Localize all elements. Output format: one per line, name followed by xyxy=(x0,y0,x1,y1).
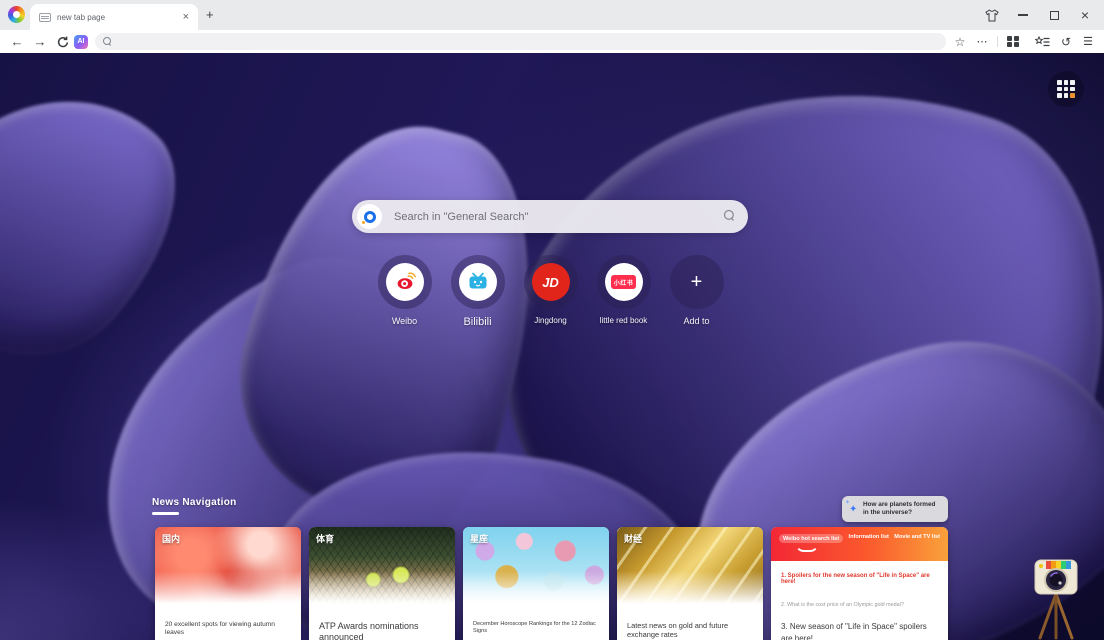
page-icon xyxy=(39,13,51,22)
hot-list-item[interactable]: 3. New season of "Life in Space" spoiler… xyxy=(781,621,938,640)
new-tab-button[interactable]: + xyxy=(206,7,214,22)
news-card-image: 财经 xyxy=(617,527,763,607)
back-icon[interactable]: ← xyxy=(8,30,26,53)
add-plus-icon: + xyxy=(691,272,703,292)
hot-list-item[interactable]: 1. Spoilers for the new season of "Life … xyxy=(781,573,938,585)
toolbar-divider xyxy=(997,36,998,47)
ai-suggestion-text: How are planets formed in the universe? xyxy=(863,501,941,516)
news-navigation-active-indicator xyxy=(152,512,179,515)
more-options-icon[interactable]: ⋯ xyxy=(974,30,990,53)
browser-logo-icon[interactable] xyxy=(8,6,25,23)
news-card-tag: 国内 xyxy=(162,532,180,545)
hot-list-tab-information[interactable]: Information list xyxy=(849,534,889,540)
news-card-horoscope[interactable]: 星座 December Horoscope Rankings for the 1… xyxy=(463,527,609,640)
quick-link-label: Bilibili xyxy=(463,316,491,328)
quick-link-little-red-book[interactable]: 小红书 little red book xyxy=(587,255,660,328)
apps-grid-icon xyxy=(1057,80,1074,97)
search-magnifier-icon[interactable] xyxy=(724,210,735,221)
hot-list-header: Weibo hot search list Information list M… xyxy=(771,527,948,561)
news-card-tag: 体育 xyxy=(316,532,334,545)
browser-toolbar: ← → AI ☆ ⋯ ↺ ☰ xyxy=(0,30,1104,53)
news-card-tag: 财经 xyxy=(624,532,642,545)
news-card-finance[interactable]: 财经 Latest news on gold and future exchan… xyxy=(617,527,763,640)
refresh-icon[interactable] xyxy=(54,30,72,53)
news-card-caption: 20 excellent spots for viewing autumn le… xyxy=(155,607,301,637)
quick-link-weibo[interactable]: Weibo xyxy=(368,255,441,328)
news-navigation-title[interactable]: News Navigation xyxy=(152,497,237,508)
search-input[interactable] xyxy=(394,200,694,233)
ai-suggestion-chip[interactable]: ✦ ✦ How are planets formed in the univer… xyxy=(842,496,948,522)
news-card-image: 星座 xyxy=(463,527,609,607)
sparkle-icon: ✦ ✦ xyxy=(847,502,859,516)
search-icon xyxy=(103,37,112,46)
bookmark-star-icon[interactable]: ☆ xyxy=(952,30,968,53)
quick-link-label: Jingdong xyxy=(534,316,566,325)
news-card-tag: 星座 xyxy=(470,532,488,545)
wallpaper-camera-tool[interactable] xyxy=(1030,552,1082,640)
quick-link-label: Add to xyxy=(683,316,709,326)
tab-close-icon[interactable]: × xyxy=(183,12,189,23)
forward-icon[interactable]: → xyxy=(31,30,49,53)
browser-window: new tab page × + × ← → AI ☆ ⋯ xyxy=(0,0,1104,640)
new-tab-wallpaper: Weibo Bilibili JD Jingdong 小红书 little re… xyxy=(0,53,1104,640)
hot-list-tab-movie-tv[interactable]: Movie and TV list xyxy=(894,534,940,540)
hot-list-smile-indicator xyxy=(795,543,819,552)
news-card-image: 体育 xyxy=(309,527,455,607)
tab-new-tab-page[interactable]: new tab page × xyxy=(30,4,198,30)
news-card-domestic[interactable]: 国内 20 excellent spots for viewing autumn… xyxy=(155,527,301,640)
camera-tripod-icon xyxy=(1030,552,1082,640)
news-card-image: 国内 xyxy=(155,527,301,607)
main-search-bar[interactable] xyxy=(352,200,748,233)
menu-hamburger-icon[interactable]: ☰ xyxy=(1080,30,1096,53)
close-window-button[interactable]: × xyxy=(1078,8,1092,22)
minimize-button[interactable] xyxy=(1016,8,1030,22)
quick-link-label: Weibo xyxy=(392,316,417,326)
news-card-sports[interactable]: 体育 ATP Awards nominations announced xyxy=(309,527,455,640)
hot-list-item[interactable]: 2. What is the cost price of an Olympic … xyxy=(781,602,938,608)
address-bar[interactable] xyxy=(95,33,946,50)
jd-icon: JD xyxy=(532,263,570,301)
extensions-grid-icon[interactable] xyxy=(1004,30,1022,53)
bilibili-icon xyxy=(459,263,497,301)
theme-shirt-icon[interactable] xyxy=(985,8,999,22)
quick-link-label: little red book xyxy=(600,316,648,325)
ai-assistant-icon[interactable]: AI xyxy=(74,35,88,49)
hot-list-tab-weibo[interactable]: Weibo hot search list xyxy=(779,534,843,543)
quick-link-add[interactable]: + Add to xyxy=(660,255,733,328)
weibo-icon xyxy=(386,263,424,301)
quick-link-bilibili[interactable]: Bilibili xyxy=(441,255,514,328)
news-card-caption: December Horoscope Rankings for the 12 Z… xyxy=(463,607,609,635)
quick-links-row: Weibo Bilibili JD Jingdong 小红书 little re… xyxy=(368,255,734,328)
apps-grid-button[interactable] xyxy=(1048,71,1084,107)
tab-strip: new tab page × + × xyxy=(0,0,1104,30)
tab-title: new tab page xyxy=(57,13,177,22)
xiaohongshu-icon: 小红书 xyxy=(605,263,643,301)
maximize-button[interactable] xyxy=(1047,8,1061,22)
news-card-caption: Latest news on gold and future exchange … xyxy=(617,607,763,640)
quick-link-jingdong[interactable]: JD Jingdong xyxy=(514,255,587,328)
window-controls: × xyxy=(985,0,1104,30)
news-cards-row: 国内 20 excellent spots for viewing autumn… xyxy=(155,527,948,640)
undo-restore-icon[interactable]: ↺ xyxy=(1058,30,1074,53)
favorites-list-icon[interactable] xyxy=(1032,30,1052,53)
search-engine-logo-icon[interactable] xyxy=(357,204,382,229)
hot-list-card[interactable]: Weibo hot search list Information list M… xyxy=(771,527,948,640)
hot-list-body: 1. Spoilers for the new season of "Life … xyxy=(771,561,948,640)
news-card-caption: ATP Awards nominations announced xyxy=(309,607,455,640)
